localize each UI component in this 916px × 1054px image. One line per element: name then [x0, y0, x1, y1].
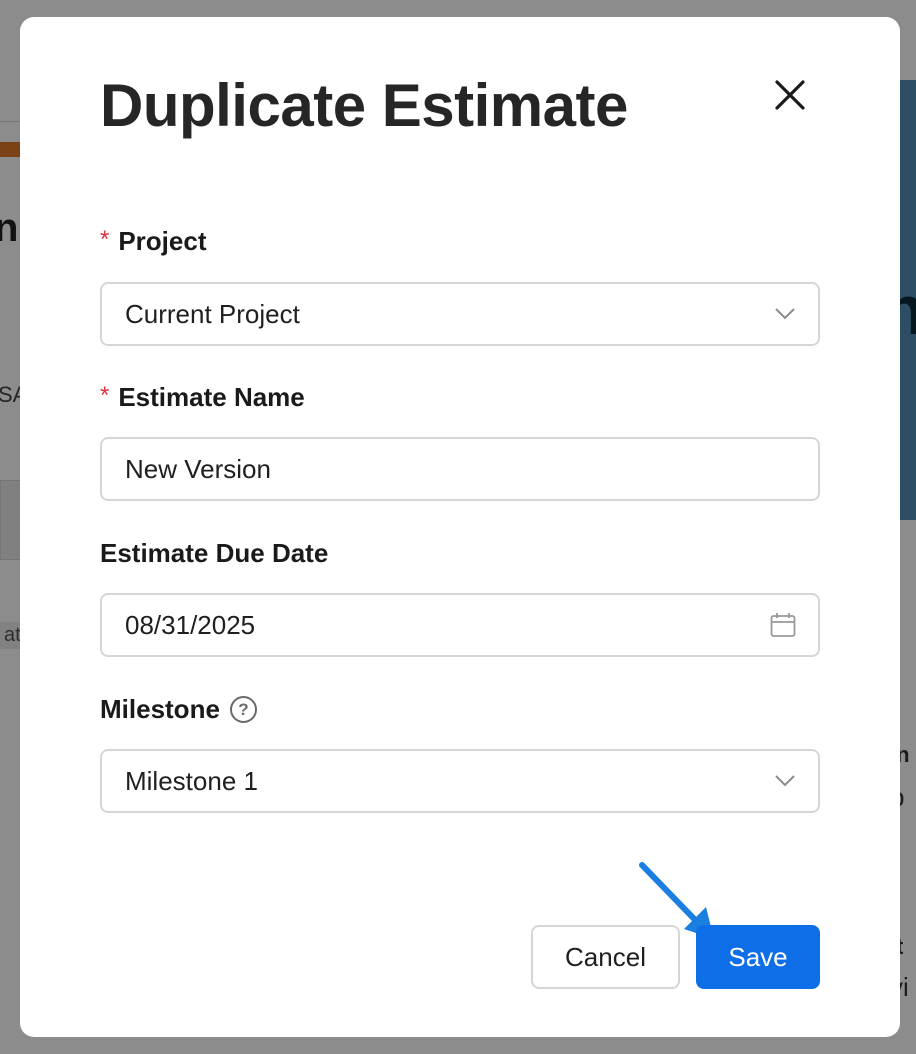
estimate-name-label: * Estimate Name — [100, 382, 305, 413]
duplicate-estimate-dialog: Duplicate Estimate * Project Current Pro… — [20, 17, 900, 1037]
required-marker: * — [100, 225, 110, 253]
save-button[interactable]: Save — [696, 925, 820, 989]
project-select-value: Current Project — [125, 298, 300, 329]
milestone-select-value: Milestone 1 — [125, 765, 258, 796]
calendar-icon[interactable] — [770, 612, 796, 638]
required-marker: * — [100, 381, 110, 409]
dialog-title: Duplicate Estimate — [100, 72, 628, 139]
milestone-select[interactable]: Milestone 1 — [100, 749, 820, 813]
close-button[interactable] — [768, 73, 812, 117]
project-label-text: Project — [118, 226, 207, 256]
help-icon[interactable]: ? — [229, 696, 257, 723]
cancel-button[interactable]: Cancel — [531, 925, 680, 989]
due-date-picker[interactable]: 08/31/2025 — [100, 593, 820, 657]
project-label: * Project — [100, 226, 207, 257]
estimate-name-label-text: Estimate Name — [118, 382, 305, 412]
due-date-label-text: Estimate Due Date — [100, 538, 329, 568]
project-select[interactable]: Current Project — [100, 282, 820, 346]
due-date-value: 08/31/2025 — [125, 609, 256, 640]
chevron-down-icon — [774, 307, 796, 321]
estimate-name-input[interactable]: New Version — [100, 437, 820, 501]
milestone-label-text: Milestone — [100, 694, 220, 724]
due-date-label: Estimate Due Date — [100, 538, 328, 569]
close-icon — [775, 80, 805, 110]
chevron-down-icon — [774, 774, 796, 788]
milestone-label: Milestone ? — [100, 694, 257, 725]
estimate-name-value: New Version — [125, 453, 271, 484]
